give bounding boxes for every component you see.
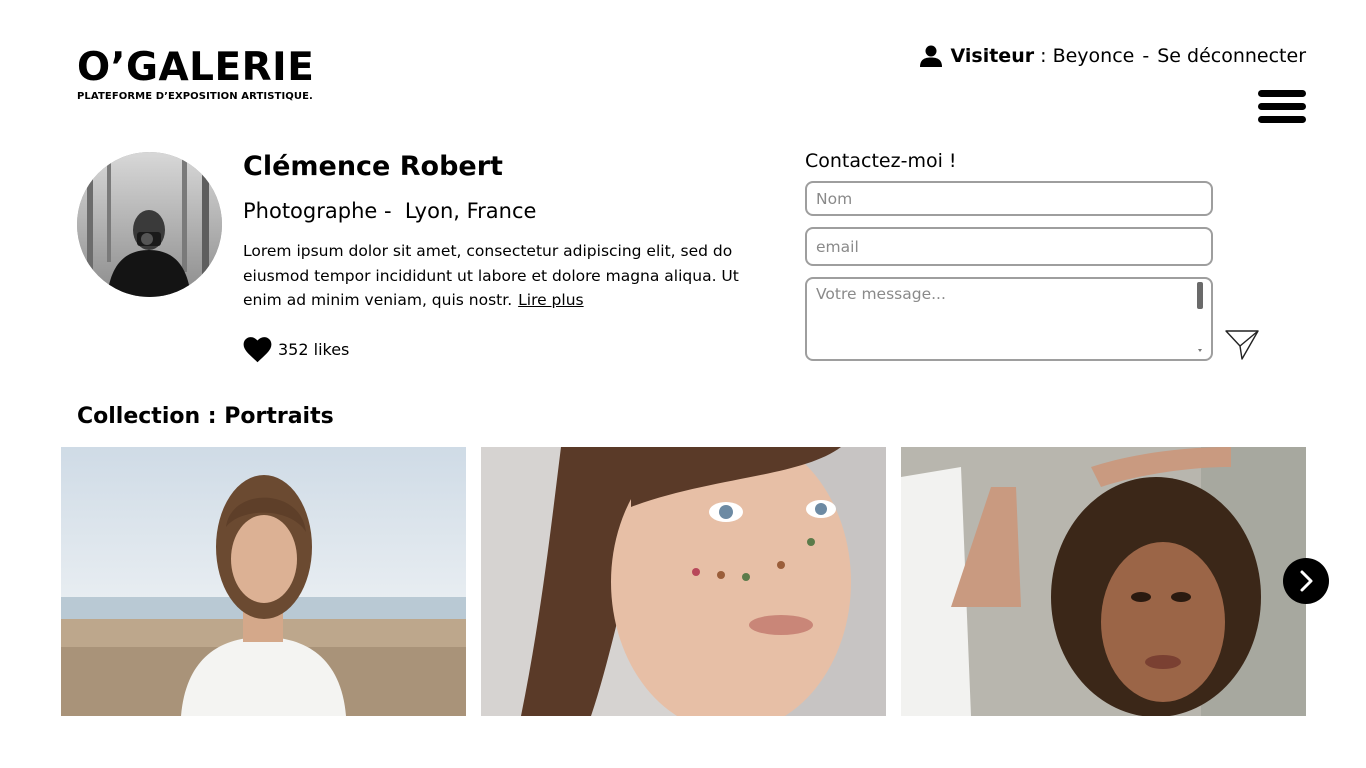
read-more-link[interactable]: Lire plus xyxy=(518,291,583,309)
heart-icon[interactable] xyxy=(243,336,272,363)
artist-name: Clémence Robert xyxy=(243,151,503,182)
user-role-separator: : xyxy=(1034,45,1053,67)
collection-title: Collection : Portraits xyxy=(77,404,334,429)
logout-link[interactable]: Se déconnecter xyxy=(1157,45,1306,67)
portrait-photo[interactable] xyxy=(901,447,1306,716)
artist-avatar xyxy=(77,152,222,297)
user-role: Visiteur xyxy=(950,45,1035,67)
user-separator: - xyxy=(1142,45,1150,67)
contact-title: Contactez-moi ! xyxy=(805,150,957,172)
brand-logo[interactable]: O’GALERIE xyxy=(77,48,314,87)
scroll-down-arrow-icon[interactable] xyxy=(1198,349,1202,352)
carousel-next-button[interactable] xyxy=(1283,558,1329,604)
user-icon xyxy=(919,45,942,67)
brand-tagline: PLATEFORME D’EXPOSITION ARTISTIQUE. xyxy=(77,91,313,102)
artist-bio-text: Lorem ipsum dolor sit amet, consectetur … xyxy=(243,242,739,309)
chevron-right-icon xyxy=(1300,570,1313,592)
likes-counter: 352 likes xyxy=(243,336,349,363)
hamburger-menu-icon[interactable] xyxy=(1258,90,1306,126)
send-icon[interactable] xyxy=(1224,328,1260,362)
portrait-photo[interactable] xyxy=(61,447,466,716)
message-scrollbar[interactable] xyxy=(1197,282,1203,309)
message-textarea[interactable] xyxy=(805,277,1213,361)
user-bar: Visiteur : Beyonce - Se déconnecter xyxy=(919,44,1306,68)
portrait-photo[interactable] xyxy=(481,447,886,716)
user-name: Beyonce xyxy=(1052,45,1135,67)
artist-profession-location: Photographe - Lyon, France xyxy=(243,199,537,223)
email-input[interactable] xyxy=(805,227,1213,266)
likes-count: 352 likes xyxy=(278,340,350,359)
name-input[interactable] xyxy=(805,181,1213,216)
artist-bio: Lorem ipsum dolor sit amet, consectetur … xyxy=(243,239,753,313)
